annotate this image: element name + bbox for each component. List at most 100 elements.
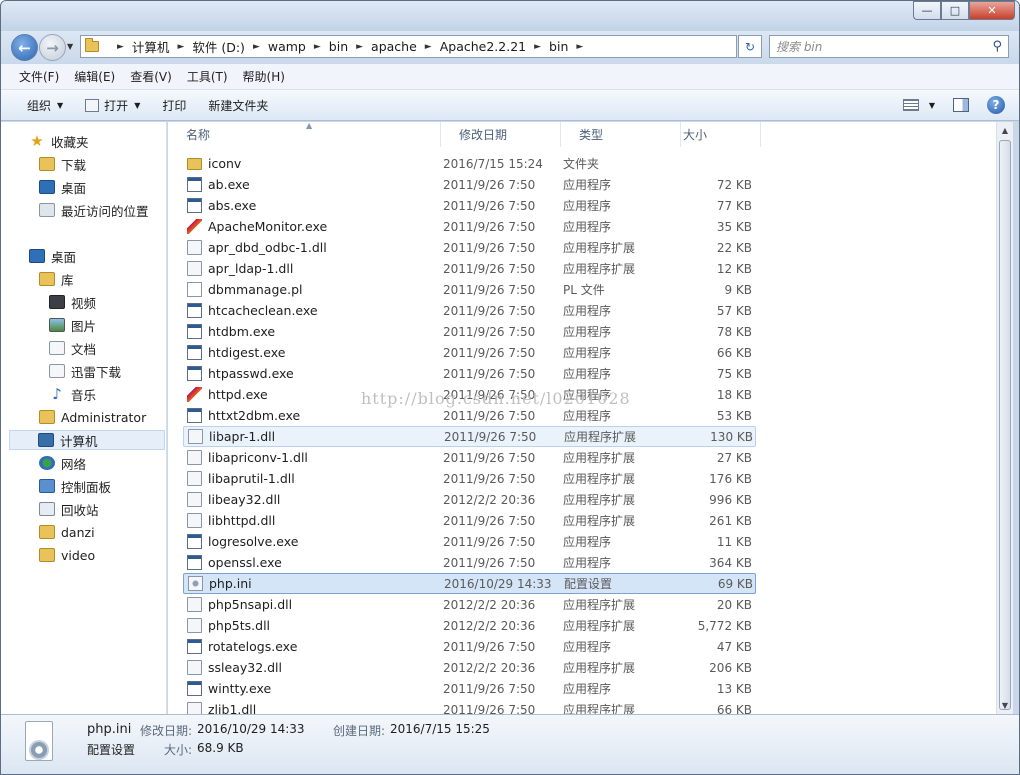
nav-libraries[interactable]: 库 [39, 269, 74, 289]
file-row[interactable]: libapriconv-1.dll 2011/9/26 7:50 应用程序扩展 27 … [183, 447, 756, 468]
menu-file[interactable]: 文件(F) [19, 68, 59, 85]
column-size-label: 大小 [683, 128, 708, 142]
nav-music[interactable]: ♪ 音乐 [49, 384, 96, 404]
print-button[interactable]: 打印 [162, 97, 186, 114]
file-row[interactable]: php5ts.dll 2012/2/2 20:36 应用程序扩展 5,772 KB [183, 615, 756, 636]
menu-edit[interactable]: 编辑(E) [74, 68, 115, 85]
nav-recycle[interactable]: 回收站 [39, 499, 99, 519]
file-row[interactable]: abs.exe 2011/9/26 7:50 应用程序 77 KB [183, 195, 756, 216]
nav-danzi[interactable]: danzi [39, 522, 95, 542]
breadcrumb-apache[interactable]: apache [371, 39, 417, 54]
nav-pictures[interactable]: 图片 [49, 315, 96, 335]
breadcrumb-current[interactable]: bin [549, 39, 568, 54]
scroll-down-icon[interactable]: ▼ [997, 697, 1013, 714]
column-header-date[interactable]: 修改日期 [441, 122, 561, 147]
maximize-button[interactable]: □ [941, 1, 969, 20]
file-row[interactable]: htpasswd.exe 2011/9/26 7:50 应用程序 75 KB [183, 363, 756, 384]
breadcrumb-computer[interactable]: 计算机 [132, 37, 170, 56]
breadcrumb-drive[interactable]: 软件 (D:) [192, 37, 245, 56]
history-dropdown-icon[interactable]: ▼ [67, 42, 73, 51]
file-row[interactable]: htdigest.exe 2011/9/26 7:50 应用程序 66 KB [183, 342, 756, 363]
menu-view[interactable]: 查看(V) [130, 68, 172, 85]
breadcrumb-separator-icon[interactable]: ► [177, 42, 184, 52]
view-options-icon[interactable] [902, 99, 919, 111]
star-icon: ★ [30, 132, 44, 150]
preview-pane-icon[interactable] [953, 98, 969, 112]
file-row[interactable]: zlib1.dll 2011/9/26 7:50 应用程序扩展 66 KB [183, 699, 756, 714]
nav-downloads[interactable]: 下载 [39, 154, 86, 174]
breadcrumb-apache-version[interactable]: Apache2.2.21 [440, 39, 526, 54]
nav-favorites[interactable]: ★ 收藏夹 [29, 131, 88, 151]
new-folder-label: 新建文件夹 [208, 98, 269, 113]
nav-control-panel[interactable]: 控制面板 [39, 476, 111, 496]
file-type: PL 文件 [563, 283, 605, 297]
nav-desktop[interactable]: 桌面 [29, 246, 76, 266]
breadcrumb-separator-icon[interactable]: ► [425, 42, 432, 52]
title-bar[interactable]: — □ ✕ [1, 1, 1019, 31]
ini-file-icon [25, 721, 53, 761]
breadcrumb-separator-icon[interactable]: ► [117, 42, 124, 52]
file-row[interactable]: php.ini 2016/10/29 14:33 配置设置 69 KB [183, 573, 756, 594]
file-row[interactable]: ApacheMonitor.exe 2011/9/26 7:50 应用程序 35 KB [183, 216, 756, 237]
file-name-cell: iconv [183, 156, 443, 171]
file-row[interactable]: apr_ldap-1.dll 2011/9/26 7:50 应用程序扩展 12 KB [183, 258, 756, 279]
new-folder-button[interactable]: 新建文件夹 [208, 97, 268, 114]
search-input[interactable]: 搜索 bin ⚲ [769, 35, 1009, 58]
file-row[interactable]: openssl.exe 2011/9/26 7:50 应用程序 364 KB [183, 552, 756, 573]
file-name-cell: ssleay32.dll [183, 660, 443, 675]
breadcrumb-separator-icon[interactable]: ► [253, 42, 260, 52]
breadcrumb-separator-icon[interactable]: ► [534, 42, 541, 52]
file-row[interactable]: libaprutil-1.dll 2011/9/26 7:50 应用程序扩展 176 … [183, 468, 756, 489]
file-row[interactable]: ssleay32.dll 2012/2/2 20:36 应用程序扩展 206 KB [183, 657, 756, 678]
help-icon[interactable]: ? [987, 96, 1005, 114]
nav-videos[interactable]: 视频 [49, 292, 96, 312]
nav-xunlei[interactable]: 迅雷下载 [49, 361, 121, 381]
file-row[interactable]: httxt2dbm.exe 2011/9/26 7:50 应用程序 53 KB [183, 405, 756, 426]
file-row[interactable]: libapr-1.dll 2011/9/26 7:50 应用程序扩展 130 KB [183, 426, 756, 447]
refresh-button[interactable]: ↻ [738, 35, 762, 58]
file-row[interactable]: ab.exe 2011/9/26 7:50 应用程序 72 KB [183, 174, 756, 195]
file-name-cell: abs.exe [183, 198, 443, 213]
organize-button[interactable]: 组织 ▼ [27, 97, 63, 114]
file-row[interactable]: logresolve.exe 2011/9/26 7:50 应用程序 11 KB [183, 531, 756, 552]
file-row[interactable]: libeay32.dll 2012/2/2 20:36 应用程序扩展 996 KB [183, 489, 756, 510]
nav-documents[interactable]: 文档 [49, 338, 96, 358]
nav-admin[interactable]: Administrator [39, 407, 146, 427]
nav-desktop-fav[interactable]: 桌面 [39, 177, 86, 197]
close-button[interactable]: ✕ [969, 1, 1015, 20]
scroll-up-icon[interactable]: ▲ [997, 122, 1013, 139]
breadcrumb-separator-icon[interactable]: ► [314, 42, 321, 52]
file-row[interactable]: dbmmanage.pl 2011/9/26 7:50 PL 文件 9 KB [183, 279, 756, 300]
file-row[interactable]: htdbm.exe 2011/9/26 7:50 应用程序 78 KB [183, 321, 756, 342]
nav-network[interactable]: 网络 [39, 453, 86, 473]
breadcrumb-bin[interactable]: bin [329, 39, 348, 54]
open-button[interactable]: 打开 ▼ [85, 97, 140, 114]
exe-file-icon [187, 345, 202, 360]
breadcrumb-separator-icon[interactable]: ► [356, 42, 363, 52]
scroll-thumb[interactable] [999, 140, 1011, 710]
column-header-size[interactable]: 大小 [681, 122, 761, 147]
menu-tools[interactable]: 工具(T) [187, 68, 228, 85]
file-row[interactable]: iconv 2016/7/15 15:24 文件夹 [183, 153, 756, 174]
file-row[interactable]: wintty.exe 2011/9/26 7:50 应用程序 13 KB [183, 678, 756, 699]
breadcrumb-separator-icon[interactable]: ► [576, 42, 583, 52]
nav-video[interactable]: video [39, 545, 95, 565]
file-row[interactable]: rotatelogs.exe 2011/9/26 7:50 应用程序 47 KB [183, 636, 756, 657]
forward-button[interactable]: → [39, 34, 66, 61]
column-header-type[interactable]: 类型 [561, 122, 681, 147]
chevron-down-icon[interactable]: ▼ [929, 101, 935, 110]
minimize-button[interactable]: — [913, 1, 941, 20]
column-header-name[interactable]: 名称 [168, 122, 441, 147]
file-row[interactable]: apr_dbd_odbc-1.dll 2011/9/26 7:50 应用程序扩展 22… [183, 237, 756, 258]
breadcrumb-wamp[interactable]: wamp [268, 39, 306, 54]
file-row[interactable]: php5nsapi.dll 2012/2/2 20:36 应用程序扩展 20 KB [183, 594, 756, 615]
vertical-scrollbar[interactable]: ▲ ▼ [996, 122, 1013, 714]
nav-computer[interactable]: 计算机 [9, 430, 165, 450]
search-icon[interactable]: ⚲ [992, 39, 1002, 54]
menu-help[interactable]: 帮助(H) [243, 68, 285, 85]
file-row[interactable]: libhttpd.dll 2011/9/26 7:50 应用程序扩展 261 KB [183, 510, 756, 531]
back-button[interactable]: ← [11, 34, 38, 61]
file-row[interactable]: htcacheclean.exe 2011/9/26 7:50 应用程序 57 KB [183, 300, 756, 321]
address-bar[interactable]: ► 计算机 ► 软件 (D:) ► wamp ► bin ► apache ► … [80, 35, 737, 58]
nav-recent[interactable]: 最近访问的位置 [39, 200, 149, 220]
